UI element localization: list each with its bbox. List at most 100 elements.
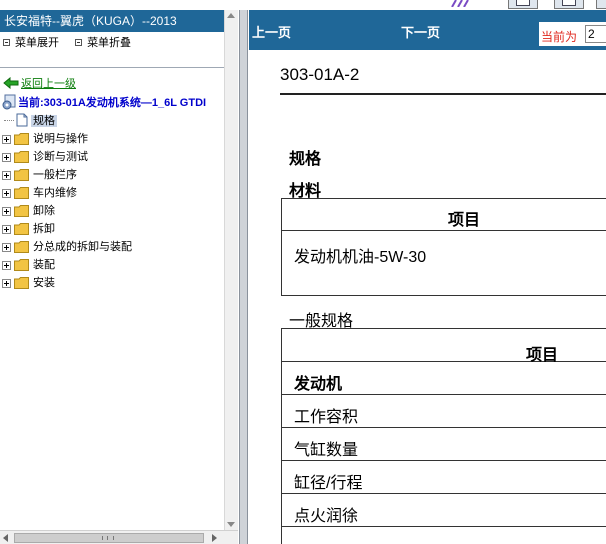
tree-item-installation[interactable]: 安装 xyxy=(2,274,236,292)
chapter-tree: 说明与操作 诊断与测试 一般栏序 车内维修 卸除 拆卸 分总成的拆卸与装配 装配… xyxy=(2,130,236,292)
green-back-arrow-icon xyxy=(3,77,19,89)
folder-icon xyxy=(14,277,29,290)
table-row: 气缸数量 xyxy=(282,428,606,461)
tree-item-label: 安装 xyxy=(33,277,55,290)
document-view: 303-01A-2 规格 材料 项目 发动机机油-5W-30 一般规格 项目 发… xyxy=(249,50,606,544)
title-rule xyxy=(280,93,606,95)
table-row: 缸径/行程 xyxy=(282,461,606,494)
toolbar-decoration-icon xyxy=(451,0,469,7)
toolbar-button-1[interactable] xyxy=(508,0,538,9)
tree-item-label: 诊断与测试 xyxy=(33,151,88,164)
current-node[interactable]: 当前:303-01A发动机系统—1_6L GTDI xyxy=(2,94,206,110)
section-heading-spec: 规格 xyxy=(289,151,322,168)
folder-icon xyxy=(14,187,29,200)
top-toolbar-strip xyxy=(0,0,606,10)
window-icon xyxy=(562,0,576,6)
tree-item-disassembly[interactable]: 拆卸 xyxy=(2,220,236,238)
table-cell: 点火润徐 xyxy=(294,508,359,525)
back-up-level-link[interactable]: 返回上一级 xyxy=(3,75,76,91)
folder-icon xyxy=(14,151,29,164)
page-number-input[interactable] xyxy=(585,25,606,43)
tree-item-label: 卸除 xyxy=(33,205,55,218)
pane-splitter[interactable] xyxy=(239,10,248,544)
materials-table: 项目 发动机机油-5W-30 xyxy=(281,198,606,296)
tree-item-description[interactable]: 说明与操作 xyxy=(2,130,236,148)
collapse-menu-label: 菜单折叠 xyxy=(87,37,132,49)
table-row: 点火润徐 xyxy=(282,494,606,527)
tree-item-in-vehicle-repair[interactable]: 车内维修 xyxy=(2,184,236,202)
folder-icon xyxy=(14,205,29,218)
expand-plus-icon[interactable] xyxy=(2,278,11,288)
materials-table-header: 项目 xyxy=(282,199,606,231)
panel-title: 长安福特--翼虎（KUGA）--2013 xyxy=(0,10,237,32)
navigation-panel: 长安福特--翼虎（KUGA）--2013 菜单展开 菜单折叠 返回上一级 当前:… xyxy=(0,10,238,544)
current-page-label: 当前为 xyxy=(541,30,578,44)
tree-item-label: 说明与操作 xyxy=(33,133,88,146)
toolbar-button-2[interactable] xyxy=(554,0,584,9)
table-cell: 发动机机油-5W-30 xyxy=(294,249,427,266)
document-title: 303-01A-2 xyxy=(280,65,360,84)
menu-collapse-icon xyxy=(75,38,83,46)
tree-item-label: 车内维修 xyxy=(33,187,77,200)
tree-item-removal[interactable]: 卸除 xyxy=(2,202,236,220)
document-icon xyxy=(16,113,28,127)
tree-item-assembly[interactable]: 装配 xyxy=(2,256,236,274)
scroll-left-arrow-icon[interactable] xyxy=(3,534,8,542)
expand-plus-icon[interactable] xyxy=(2,224,11,234)
scrollbar-thumb[interactable] xyxy=(14,533,204,543)
tree-item-subassembly[interactable]: 分总成的拆卸与装配 xyxy=(2,238,236,256)
menu-bar: 菜单展开 菜单折叠 xyxy=(0,32,237,54)
prev-page-button[interactable]: 上一页 xyxy=(252,22,291,41)
folder-icon xyxy=(14,169,29,182)
toolbar-button-3[interactable] xyxy=(596,0,606,9)
folder-icon xyxy=(14,223,29,236)
folder-icon xyxy=(14,133,29,146)
table-cell: 工作容积 xyxy=(294,409,359,426)
expand-plus-icon[interactable] xyxy=(2,134,11,144)
table-row: 工作容积 xyxy=(282,395,606,428)
horizontal-scrollbar[interactable] xyxy=(0,530,238,544)
scroll-up-arrow-icon[interactable] xyxy=(227,13,235,18)
tree-item-label: 分总成的拆卸与装配 xyxy=(33,241,132,254)
tree-connector xyxy=(4,119,14,121)
window-icon xyxy=(516,0,530,6)
tree-item-label: 一般栏序 xyxy=(33,169,77,182)
next-page-button[interactable]: 下一页 xyxy=(401,22,440,41)
panel-divider xyxy=(0,67,238,68)
expand-menu-label: 菜单展开 xyxy=(15,37,59,49)
content-panel: 上一页 下一页 当前为 303-01A-2 规格 材料 项目 发动机机油-5W-… xyxy=(249,10,606,544)
tree-item-label: 规格 xyxy=(31,115,57,127)
general-table-header: 项目 xyxy=(282,329,606,364)
table-header-item: 项目 xyxy=(448,212,481,229)
expand-plus-icon[interactable] xyxy=(2,152,11,162)
page-nav-bar: 上一页 下一页 当前为 xyxy=(249,10,606,50)
gear-document-icon xyxy=(2,94,16,110)
tree-item-diagnosis[interactable]: 诊断与测试 xyxy=(2,148,236,166)
table-cell: 气缸数量 xyxy=(294,442,359,459)
expand-plus-icon[interactable] xyxy=(2,206,11,216)
scroll-down-arrow-icon[interactable] xyxy=(227,522,235,527)
folder-icon xyxy=(14,241,29,254)
expand-plus-icon[interactable] xyxy=(2,260,11,270)
tree-item-spec-selected[interactable]: 规格 xyxy=(4,112,57,128)
grip-icon xyxy=(102,536,114,540)
collapse-menu-button[interactable]: 菜单折叠 xyxy=(74,32,131,54)
current-page-box: 当前为 xyxy=(539,22,606,46)
back-link-label: 返回上一级 xyxy=(21,78,76,90)
table-cell: 缸径/行程 xyxy=(294,475,363,492)
current-node-label: 当前:303-01A发动机系统—1_6L GTDI xyxy=(18,97,207,109)
vertical-scrollbar[interactable] xyxy=(224,10,238,530)
menu-expand-icon xyxy=(3,38,10,46)
general-spec-table: 项目 发动机 工作容积 气缸数量 缸径/行程 点火润徐 xyxy=(281,328,606,544)
expand-menu-button[interactable]: 菜单展开 xyxy=(2,32,59,54)
expand-plus-icon[interactable] xyxy=(2,188,11,198)
table-row: 发动机 xyxy=(282,362,606,395)
scroll-right-arrow-icon[interactable] xyxy=(212,534,217,542)
table-cell: 发动机 xyxy=(294,376,343,393)
tree-item-general-procedure[interactable]: 一般栏序 xyxy=(2,166,236,184)
tree-item-label: 拆卸 xyxy=(33,223,55,236)
folder-icon xyxy=(14,259,29,272)
expand-plus-icon[interactable] xyxy=(2,242,11,252)
tree-item-label: 装配 xyxy=(33,259,55,272)
expand-plus-icon[interactable] xyxy=(2,170,11,180)
